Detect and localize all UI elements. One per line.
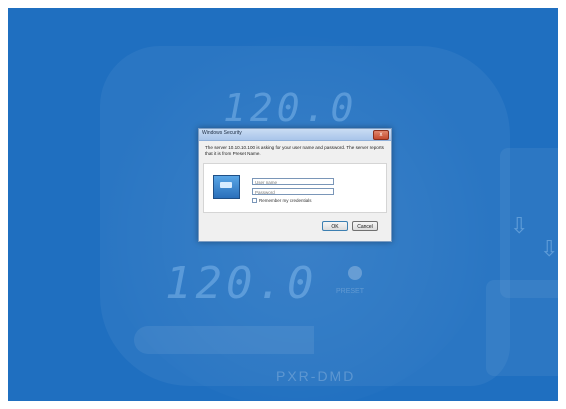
down-arrow-icon-secondary: ⇩ [540, 236, 558, 261]
background-side-panel-lower [486, 280, 558, 376]
ok-button[interactable]: OK [322, 221, 348, 231]
background-display-top: 120.0 [223, 86, 358, 130]
background-device-bar [134, 326, 314, 354]
username-field[interactable]: User name [252, 178, 334, 185]
background-knob [348, 266, 362, 280]
background-side-panel [500, 148, 558, 298]
credential-user-icon [213, 175, 240, 199]
login-dialog: Windows Security x The server 10.10.10.1… [198, 128, 392, 242]
credential-tile-inner [220, 182, 232, 188]
dialog-titlebar: Windows Security x [199, 129, 391, 141]
background-knob-label: PRESET [336, 288, 365, 295]
remember-label: Remember my credentials [259, 198, 312, 203]
remember-checkbox[interactable] [252, 198, 257, 203]
dialog-message: The server 10.10.10.100 is asking for yo… [205, 145, 384, 156]
password-field[interactable]: Password [252, 188, 334, 195]
screenshot-frame: 120.0 120.0 PRESET ⇩ ⇩ PXR-DMD Windows S… [8, 8, 558, 401]
close-button[interactable]: x [373, 130, 389, 140]
background-display-bottom: 120.0 [165, 258, 318, 309]
background-brand-text: PXR-DMD [276, 368, 356, 384]
cancel-button[interactable]: Cancel [352, 221, 378, 231]
dialog-title: Windows Security [202, 130, 242, 136]
remember-credentials[interactable]: Remember my credentials [252, 198, 312, 203]
credentials-panel: User name Password Remember my credentia… [203, 163, 387, 213]
down-arrow-icon: ⇩ [510, 213, 529, 238]
